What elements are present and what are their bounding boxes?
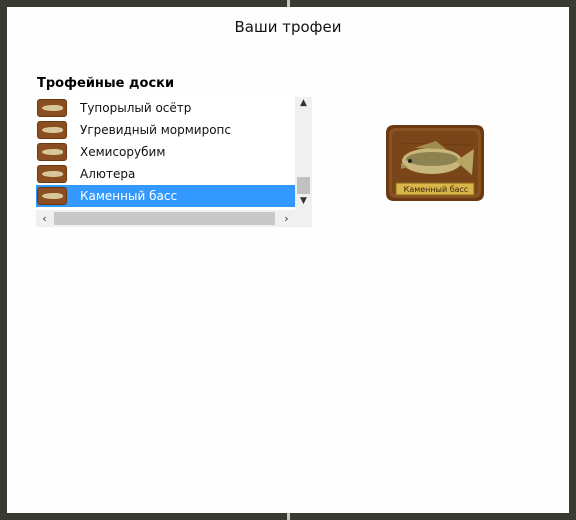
- trophy-thumbnail-icon: [37, 165, 67, 183]
- list-item-2[interactable]: Хемисорубим: [36, 141, 295, 163]
- list-item-label: Алютера: [80, 167, 136, 181]
- trophy-boards-list[interactable]: Тупорылый осётр Угревидный мормиропс Хем…: [36, 97, 312, 227]
- trophy-thumbnail-icon: [37, 121, 67, 139]
- horizontal-scrollbar[interactable]: ‹ ›: [36, 210, 295, 227]
- scroll-left-icon[interactable]: ‹: [36, 210, 53, 227]
- list-item-4[interactable]: Каменный басс: [36, 185, 295, 207]
- plaque-caption: Каменный басс: [403, 185, 469, 194]
- trophy-thumbnail-icon: [37, 187, 67, 205]
- frame-notch-bottom: [287, 513, 290, 520]
- scroll-up-icon[interactable]: ▲: [295, 97, 312, 109]
- trophy-plaque-preview: Каменный басс: [384, 123, 486, 203]
- list-viewport: Тупорылый осётр Угревидный мормиропс Хем…: [36, 97, 295, 207]
- vertical-scroll-thumb[interactable]: [297, 177, 310, 194]
- scroll-down-icon[interactable]: ▼: [295, 195, 312, 207]
- scrollbar-corner: [295, 207, 312, 227]
- list-item-label: Хемисорубим: [80, 145, 166, 159]
- list-item-0[interactable]: Тупорылый осётр: [36, 97, 295, 119]
- list-item-1[interactable]: Угревидный мормиропс: [36, 119, 295, 141]
- window-title: Ваши трофеи: [234, 18, 342, 36]
- list-item-3[interactable]: Алютера: [36, 163, 295, 185]
- trophy-thumbnail-icon: [37, 99, 67, 117]
- trophy-boards-heading: Трофейные доски: [37, 76, 175, 91]
- scroll-right-icon[interactable]: ›: [278, 210, 295, 227]
- vertical-scrollbar[interactable]: ▲ ▼: [295, 97, 312, 207]
- list-item-label: Угревидный мормиропс: [80, 123, 231, 137]
- list-item-label: Тупорылый осётр: [80, 101, 192, 115]
- list-item-label: Каменный басс: [80, 189, 178, 203]
- frame-notch-top: [287, 0, 290, 7]
- trophy-thumbnail-icon: [37, 143, 67, 161]
- horizontal-scroll-thumb[interactable]: [54, 212, 275, 225]
